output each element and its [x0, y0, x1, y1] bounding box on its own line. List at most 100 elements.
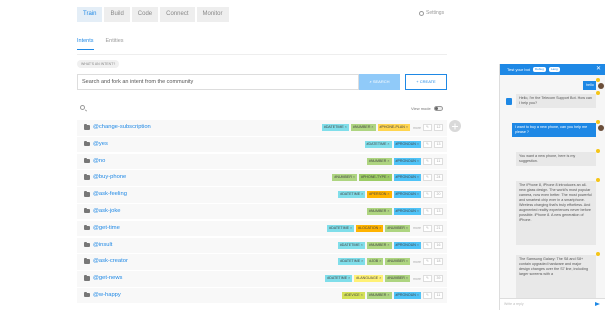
tab-code[interactable]: Code	[131, 7, 159, 22]
tab-train[interactable]: Train	[77, 7, 103, 22]
entity-tag[interactable]: #PHONE-TYPE ×	[359, 174, 392, 182]
intent-name[interactable]: @change-subscription	[93, 120, 151, 136]
intent-name[interactable]: @ask-creator	[93, 254, 128, 270]
intent-row[interactable]: @get-time #DATETIME × #LOCATION × #NUMBER × mo…	[77, 220, 447, 237]
entity-tag[interactable]: #NUMBER ×	[385, 224, 411, 232]
entity-tag[interactable]: #NUMBER ×	[350, 124, 376, 131]
intent-name[interactable]: @get-news	[93, 271, 122, 287]
entity-tag[interactable]: #PRONOUN ×	[393, 157, 421, 165]
remove-entity-icon[interactable]: ×	[417, 174, 419, 181]
entity-tag[interactable]: #NUMBER ×	[366, 241, 392, 249]
search-input[interactable]: Search and fork an intent from the commu…	[77, 74, 359, 90]
entity-tag[interactable]: #DEVICE ×	[342, 291, 365, 299]
remove-entity-icon[interactable]: ×	[387, 191, 389, 198]
remove-entity-icon[interactable]: ×	[406, 275, 408, 282]
edit-intent-button[interactable]: ✎	[423, 140, 432, 148]
entity-tag[interactable]: #PRONOUN ×	[393, 140, 421, 148]
tab-entities[interactable]: Entities	[106, 38, 124, 50]
intent-name[interactable]: @buy-phone	[93, 170, 126, 186]
more-entities-link[interactable]: more	[413, 126, 421, 130]
entity-tag[interactable]: #JOB ×	[367, 258, 384, 266]
remove-entity-icon[interactable]: ×	[350, 225, 352, 232]
remove-entity-icon[interactable]: ×	[406, 124, 408, 131]
remove-entity-icon[interactable]: ×	[361, 242, 363, 249]
remove-entity-icon[interactable]: ×	[387, 174, 389, 181]
entity-tag[interactable]: #LOCATION ×	[356, 224, 384, 232]
intent-row[interactable]: @get-news #DATETIME × #LANGUAGE × #NUMBER × mo…	[77, 271, 447, 287]
intent-row[interactable]: @no #NUMBER × #PRONOUN × ✎ 11	[77, 153, 447, 170]
edit-intent-button[interactable]: ✎	[423, 207, 432, 215]
search-button[interactable]: ⌕ SEARCH	[359, 74, 400, 90]
edit-intent-button[interactable]: ✎	[423, 191, 432, 199]
remove-entity-icon[interactable]: ×	[371, 124, 373, 131]
view-mode-toggle[interactable]	[433, 106, 443, 111]
filter-search-icon[interactable]	[80, 105, 85, 110]
remove-entity-icon[interactable]: ×	[361, 258, 363, 265]
remove-entity-icon[interactable]: ×	[348, 275, 350, 282]
entity-tag[interactable]: #DATETIME ×	[325, 275, 353, 283]
edit-intent-button[interactable]: ✎	[423, 241, 432, 249]
edit-intent-button[interactable]: ✎	[423, 157, 432, 165]
entity-tag[interactable]: #NUMBER ×	[366, 157, 392, 165]
remove-entity-icon[interactable]: ×	[387, 158, 389, 165]
remove-entity-icon[interactable]: ×	[387, 141, 389, 148]
entity-tag[interactable]: #PERSON ×	[367, 191, 392, 199]
remove-entity-icon[interactable]: ×	[417, 242, 419, 249]
lang-toggle[interactable]: Lang	[549, 67, 560, 73]
more-entities-link[interactable]: more	[413, 226, 421, 230]
entity-tag[interactable]: #LANGUAGE ×	[354, 275, 384, 283]
intent-name[interactable]: @ask-feeling	[93, 187, 127, 203]
whats-an-intent-chip[interactable]: WHAT'S AN INTENT?	[77, 60, 120, 68]
entity-tag[interactable]: #NUMBER ×	[366, 291, 392, 299]
remove-entity-icon[interactable]: ×	[406, 225, 408, 232]
remove-entity-icon[interactable]: ×	[379, 225, 381, 232]
edit-intent-button[interactable]: ✎	[423, 291, 432, 299]
intent-row[interactable]: @change-subscription #DATETIME × #NUMBER × #…	[77, 120, 447, 136]
remove-entity-icon[interactable]: ×	[417, 292, 419, 299]
remove-entity-icon[interactable]: ×	[387, 292, 389, 299]
tab-connect[interactable]: Connect	[160, 7, 195, 22]
remove-entity-icon[interactable]: ×	[379, 275, 381, 282]
remove-entity-icon[interactable]: ×	[361, 292, 363, 299]
add-intent-icon[interactable]	[449, 120, 461, 132]
entity-tag[interactable]: #DATETIME ×	[338, 258, 366, 266]
intent-name[interactable]: @yes	[93, 137, 108, 153]
intent-name[interactable]: @w-happy	[93, 288, 121, 304]
tab-build[interactable]: Build	[104, 7, 130, 22]
remove-entity-icon[interactable]: ×	[417, 208, 419, 215]
entity-tag[interactable]: #DATETIME ×	[338, 191, 366, 199]
entity-tag[interactable]: #NUMBER ×	[332, 174, 358, 182]
entity-tag[interactable]: #PRONOUN ×	[393, 291, 421, 299]
debug-toggle[interactable]: Debug	[533, 67, 546, 73]
remove-entity-icon[interactable]: ×	[387, 242, 389, 249]
entity-tag[interactable]: #NUMBER ×	[366, 207, 392, 215]
remove-entity-icon[interactable]: ×	[345, 124, 347, 131]
entity-tag[interactable]: #DATETIME ×	[337, 241, 365, 249]
entity-tag[interactable]: #NUMBER ×	[385, 275, 411, 283]
edit-intent-button[interactable]: ✎	[423, 258, 432, 266]
close-icon[interactable]: ✕	[596, 64, 601, 75]
edit-intent-button[interactable]: ✎	[423, 174, 432, 182]
settings-link[interactable]: Settings	[419, 10, 444, 16]
intent-row[interactable]: @yes #DATETIME × #PRONOUN × ✎ 13	[77, 136, 447, 153]
remove-entity-icon[interactable]: ×	[353, 174, 355, 181]
tab-intents[interactable]: Intents	[77, 38, 94, 50]
intent-name[interactable]: @ask-joke	[93, 204, 120, 220]
intent-row[interactable]: @w-happy #DEVICE × #NUMBER × #PRONOUN × ✎ 11	[77, 287, 447, 304]
intent-row[interactable]: @ask-creator #DATETIME × #JOB × #NUMBER × more…	[77, 254, 447, 270]
entity-tag[interactable]: #DATETIME ×	[321, 124, 349, 131]
remove-entity-icon[interactable]: ×	[417, 158, 419, 165]
edit-intent-button[interactable]: ✎	[423, 124, 432, 131]
entity-tag[interactable]: #PRONOUN ×	[393, 207, 421, 215]
entity-tag[interactable]: #DATETIME ×	[364, 140, 392, 148]
intent-row[interactable]: @ask-joke #NUMBER × #PRONOUN × ✎ 13	[77, 203, 447, 220]
edit-intent-button[interactable]: ✎	[423, 275, 432, 283]
remove-entity-icon[interactable]: ×	[379, 258, 381, 265]
more-entities-link[interactable]: more	[413, 260, 421, 264]
more-entities-link[interactable]: more	[413, 277, 421, 281]
remove-entity-icon[interactable]: ×	[417, 141, 419, 148]
entity-tag[interactable]: #PHONE-PLAN ×	[377, 124, 411, 131]
remove-entity-icon[interactable]: ×	[406, 258, 408, 265]
remove-entity-icon[interactable]: ×	[361, 191, 363, 198]
entity-tag[interactable]: #PRONOUN ×	[393, 174, 421, 182]
